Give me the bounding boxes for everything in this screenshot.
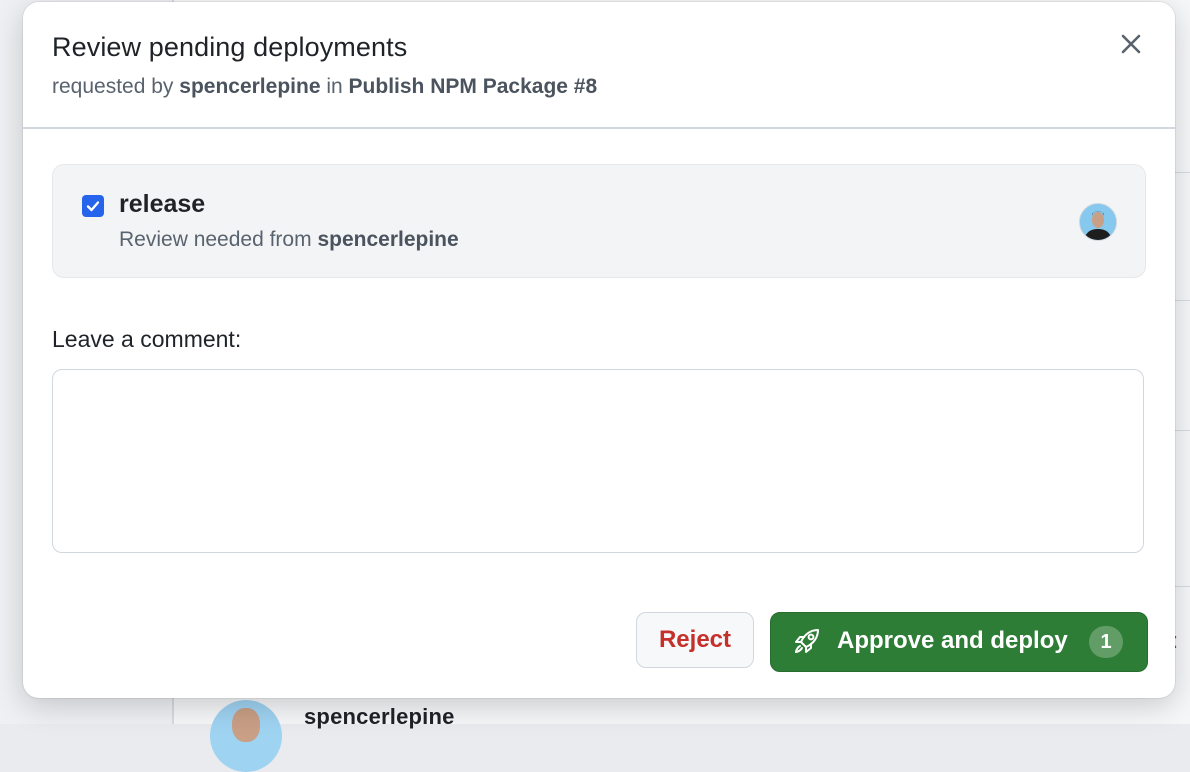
close-button[interactable]	[1115, 28, 1147, 60]
environment-name: release	[119, 190, 206, 218]
reject-button[interactable]: Reject	[636, 612, 754, 668]
comment-textarea[interactable]	[52, 369, 1144, 553]
approve-count-badge: 1	[1089, 626, 1123, 658]
review-prefix: Review needed from	[119, 228, 312, 251]
approve-label: Approve and deploy	[837, 627, 1068, 654]
background-avatar	[210, 700, 282, 772]
dialog-title: Review pending deployments	[52, 32, 408, 62]
workflow-run-name: Publish NPM Package #8	[348, 75, 598, 98]
background-username: spencerlepine	[304, 704, 455, 729]
reviewer-avatar	[1079, 203, 1117, 241]
check-icon	[86, 201, 100, 212]
comment-label: Leave a comment:	[52, 326, 242, 352]
environment-checkbox[interactable]	[82, 195, 104, 217]
subtitle-middle: in	[326, 75, 343, 98]
review-needed-text: Review needed from spencerlepine	[119, 228, 459, 252]
rocket-icon	[794, 629, 819, 654]
avatar-image	[1080, 204, 1116, 240]
approve-and-deploy-button[interactable]: Approve and deploy 1	[770, 612, 1148, 672]
environment-card: release Review needed from spencerlepine	[52, 164, 1146, 278]
reviewer-name: spencerlepine	[317, 228, 459, 251]
requester-name: spencerlepine	[179, 75, 321, 98]
subtitle-prefix: requested by	[52, 75, 174, 98]
dialog-header: Review pending deployments requested by …	[23, 2, 1175, 129]
close-icon	[1121, 34, 1141, 54]
dialog-subtitle: requested by spencerlepine in Publish NP…	[52, 75, 597, 99]
review-deployments-dialog: Review pending deployments requested by …	[23, 2, 1175, 698]
